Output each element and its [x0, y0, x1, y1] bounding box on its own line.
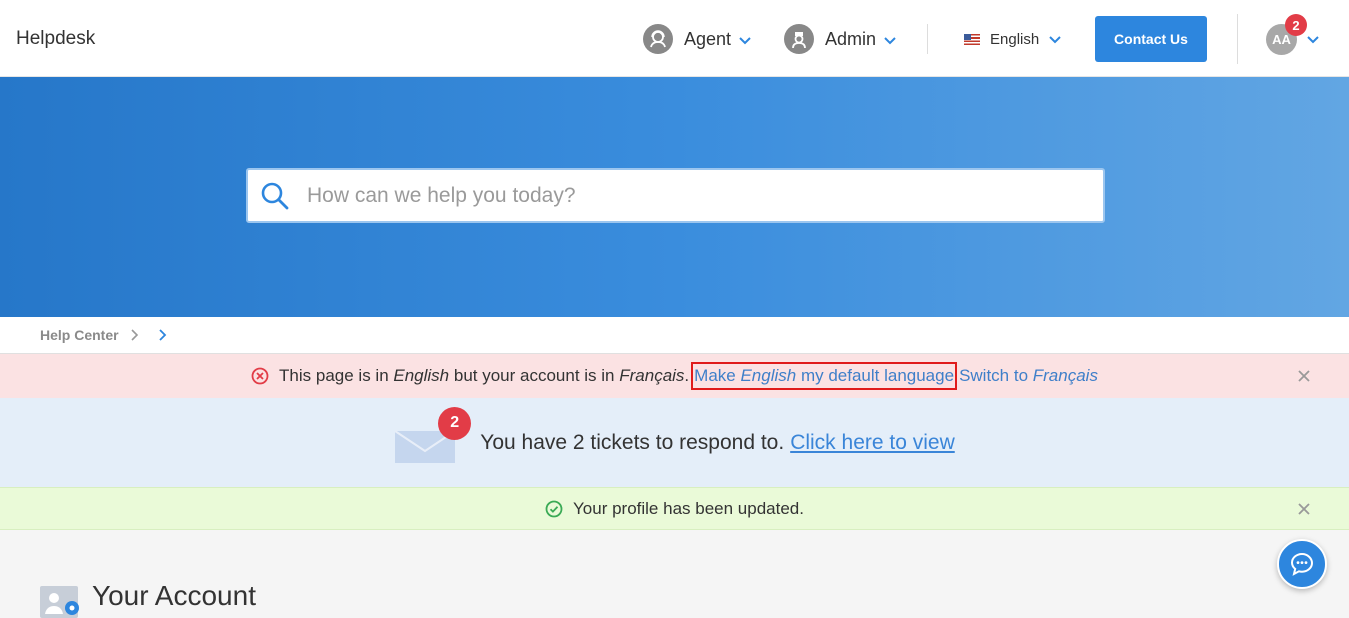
chevron-down-icon: [739, 29, 751, 50]
admin-label: Admin: [825, 28, 877, 49]
search-icon: [261, 182, 289, 209]
agent-icon: [643, 24, 673, 54]
search-box[interactable]: [246, 168, 1105, 223]
agent-label: Agent: [684, 28, 732, 49]
chevron-down-icon: [884, 29, 896, 50]
user-avatar: AA 2: [1266, 14, 1307, 55]
success-message: Your profile has been updated.: [573, 498, 804, 518]
close-icon[interactable]: [1297, 502, 1311, 516]
envelope-icon: 2: [394, 406, 472, 463]
user-menu[interactable]: AA 2: [1266, 14, 1319, 55]
chat-bubble-icon: [1290, 552, 1314, 576]
tickets-notice: 2 You have 2 tickets to respond to. Clic…: [0, 398, 1349, 487]
section-title: Your Account: [92, 580, 256, 611]
check-circle-icon: [545, 500, 563, 517]
tickets-message: You have 2 tickets to respond to.: [480, 430, 785, 454]
admin-icon: [784, 24, 814, 54]
make-default-language-link[interactable]: Make English my default language: [691, 362, 958, 390]
chevron-right-icon: [131, 329, 139, 341]
view-tickets-link[interactable]: Click here to view: [790, 431, 955, 455]
success-alert: Your profile has been updated.: [0, 487, 1349, 530]
brand-logo[interactable]: Helpdesk: [16, 28, 95, 50]
header-divider: [1237, 14, 1238, 64]
contact-us-button[interactable]: Contact Us: [1095, 16, 1207, 62]
user-initials: AA: [1272, 32, 1291, 47]
chevron-down-icon: [1307, 31, 1319, 49]
account-settings-icon: [40, 586, 79, 618]
your-account-section: Your Account: [40, 580, 256, 618]
breadcrumb-help-center[interactable]: Help Center: [40, 327, 119, 343]
us-flag-icon: [964, 33, 980, 45]
breadcrumb: Help Center: [0, 317, 1349, 354]
tickets-count-badge: 2: [438, 406, 472, 440]
chevron-down-icon: [1049, 31, 1061, 48]
search-input[interactable]: [307, 183, 1067, 208]
notification-badge: 2: [1285, 14, 1307, 36]
hero-banner: [0, 77, 1349, 317]
close-icon[interactable]: [1297, 369, 1311, 383]
admin-menu[interactable]: Admin: [784, 24, 896, 54]
chevron-right-icon[interactable]: [158, 329, 167, 341]
switch-language-link[interactable]: Switch to Français: [959, 366, 1098, 386]
error-circle-icon: [251, 367, 269, 385]
chat-button[interactable]: [1277, 539, 1327, 589]
top-header: Helpdesk Agent Admin English Contact Us …: [0, 0, 1349, 77]
header-divider: [927, 24, 928, 54]
language-alert: This page is in English but your account…: [0, 354, 1349, 398]
language-selector[interactable]: English: [964, 24, 1061, 54]
alert-text: This page is in English but your account…: [279, 366, 690, 385]
language-label: English: [990, 30, 1040, 48]
agent-menu[interactable]: Agent: [643, 24, 751, 54]
